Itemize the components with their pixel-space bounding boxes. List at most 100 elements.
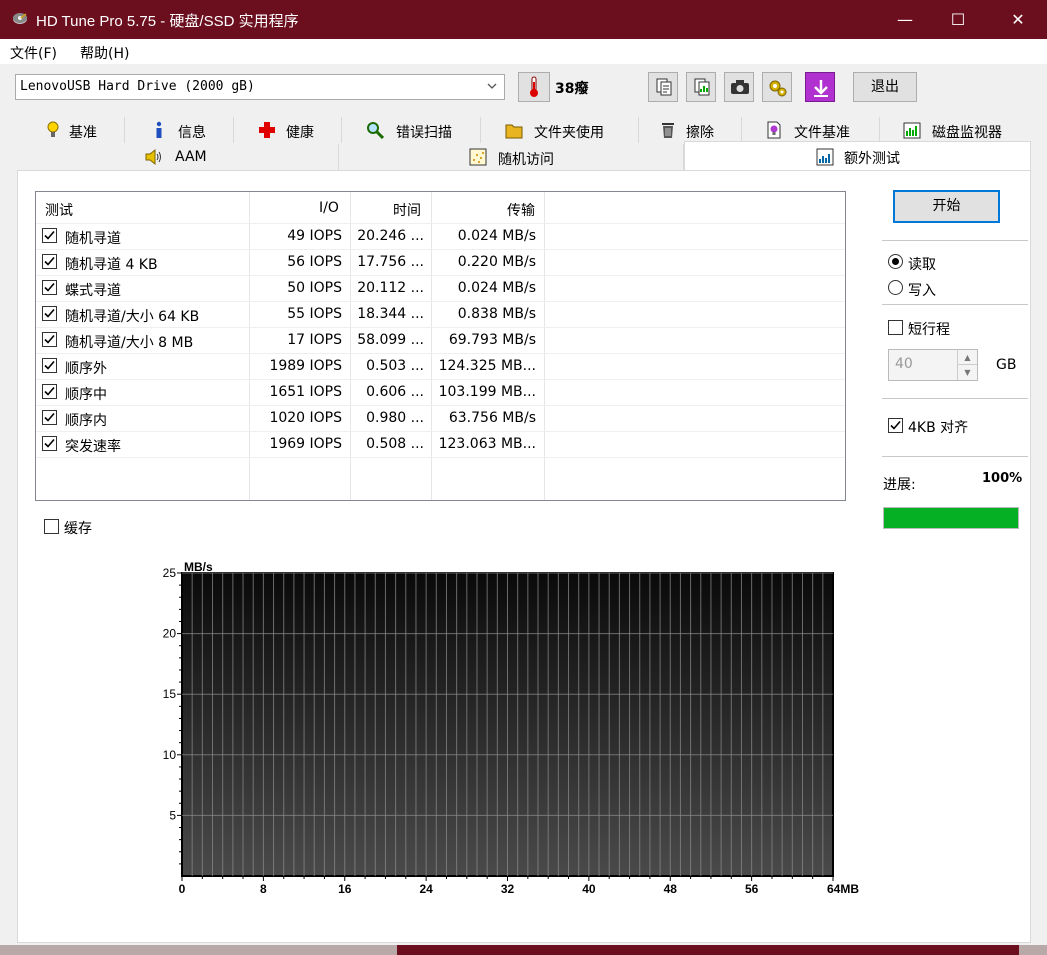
io-value: 49 IOPS: [287, 228, 342, 244]
checkmark-icon: [44, 360, 55, 370]
random-dots-icon: [469, 148, 487, 166]
tab-info[interactable]: 信息: [125, 117, 234, 143]
write-radio[interactable]: [888, 280, 903, 295]
short-stroke-label: 短行程: [908, 322, 950, 338]
drive-select-value: LenovoUSB Hard Drive (2000 gB): [20, 79, 255, 94]
time-value: 20.112 ...: [357, 280, 424, 296]
copy-icon: [656, 78, 672, 96]
progress-label: 进展:: [883, 477, 916, 493]
tab-random-access[interactable]: 随机访问: [339, 144, 684, 170]
divider: [882, 456, 1028, 457]
tab-health[interactable]: 健康: [234, 117, 342, 143]
row-checkbox[interactable]: [42, 306, 57, 321]
minimize-button[interactable]: —: [880, 0, 930, 39]
x-tick-label: 56: [745, 882, 759, 896]
menu-bar: 文件(F) 帮助(H): [0, 39, 1047, 64]
column-header-io[interactable]: I/O: [319, 200, 339, 216]
time-value: 20.246 ...: [357, 228, 424, 244]
drive-select[interactable]: LenovoUSB Hard Drive (2000 gB): [15, 74, 505, 100]
speaker-icon: [145, 148, 161, 166]
align-4kb-checkbox[interactable]: [888, 418, 903, 433]
tab-label: 磁盘监视器: [932, 125, 1002, 141]
tab-erase[interactable]: 擦除: [639, 117, 742, 143]
table-row[interactable]: 蝶式寻道 50 IOPS 20.112 ... 0.024 MB/s: [36, 275, 845, 301]
row-checkbox[interactable]: [42, 410, 57, 425]
time-value: 58.099 ...: [357, 332, 424, 348]
copy-results-button[interactable]: [686, 72, 716, 102]
cache-label: 缓存: [64, 521, 92, 537]
start-button[interactable]: 开始: [893, 190, 1000, 223]
size-stepper[interactable]: 40 ▲ ▼: [888, 349, 978, 381]
table-row[interactable]: 顺序外 1989 IOPS 0.503 ... 124.325 MB...: [36, 353, 845, 379]
monitor-chart-icon: [903, 122, 921, 139]
maximize-button[interactable]: ☐: [933, 0, 983, 39]
short-stroke-checkbox[interactable]: [888, 320, 903, 335]
trash-icon: [662, 123, 674, 138]
table-row[interactable]: 随机寻道 49 IOPS 20.246 ... 0.024 MB/s: [36, 223, 845, 249]
table-row[interactable]: 随机寻道/大小 8 MB 17 IOPS 58.099 ... 69.793 MB/s: [36, 327, 845, 353]
test-name: 突发速率: [65, 439, 121, 455]
tab-benchmark[interactable]: 基准: [17, 117, 125, 143]
tab-file-benchmark[interactable]: 文件基准: [742, 117, 880, 143]
size-unit: GB: [996, 357, 1017, 373]
tab-extra-tests[interactable]: 额外测试: [684, 141, 1031, 171]
row-checkbox[interactable]: [42, 332, 57, 347]
time-value: 0.503 ...: [366, 358, 424, 374]
results-table: 测试 I/O 时间 传输 随机寻道 49 IOPS 20.246 ... 0.024 …: [35, 191, 846, 501]
row-checkbox[interactable]: [42, 384, 57, 399]
row-checkbox[interactable]: [42, 254, 57, 269]
tab-label: AAM: [175, 149, 207, 165]
copy-chart-icon: [694, 78, 710, 96]
row-checkbox[interactable]: [42, 358, 57, 373]
save-button[interactable]: [805, 72, 835, 102]
tab-error-scan[interactable]: 错误扫描: [342, 117, 481, 143]
chevron-down-icon: [487, 83, 497, 89]
table-row[interactable]: 随机寻道 4 KB 56 IOPS 17.756 ... 0.220 MB/s: [36, 249, 845, 275]
app-window: HD Tune Pro 5.75 - 硬盘/SSD 实用程序 — ☐ ✕ 文件(…: [0, 0, 1047, 955]
column-header-test[interactable]: 测试: [45, 200, 73, 220]
options-button[interactable]: [762, 72, 792, 102]
x-tick-label: 64MB: [827, 882, 859, 896]
copy-info-button[interactable]: [648, 72, 678, 102]
read-radio[interactable]: [888, 254, 903, 269]
table-row[interactable]: 顺序中 1651 IOPS 0.606 ... 103.199 MB...: [36, 379, 845, 405]
checkmark-icon: [44, 230, 55, 240]
x-tick-label: 24: [419, 882, 433, 896]
transfer-value: 69.793 MB/s: [448, 332, 536, 348]
menu-help[interactable]: 帮助(H): [80, 43, 129, 63]
row-checkbox[interactable]: [42, 280, 57, 295]
align-4kb-label: 4KB 对齐: [908, 420, 969, 436]
tab-folder-usage[interactable]: 文件夹使用: [481, 117, 639, 143]
x-tick-label: 32: [501, 882, 515, 896]
test-name: 顺序外: [65, 361, 107, 377]
test-name: 顺序中: [65, 387, 107, 403]
table-row[interactable]: 突发速率 1969 IOPS 0.508 ... 123.063 MB...: [36, 431, 845, 457]
tab-label: 健康: [286, 125, 314, 141]
stepper-down-icon[interactable]: ▼: [957, 365, 977, 380]
tab-aam[interactable]: AAM: [17, 144, 339, 170]
table-row[interactable]: 顺序内 1020 IOPS 0.980 ... 63.756 MB/s: [36, 405, 845, 431]
read-label: 读取: [908, 257, 936, 273]
row-divider: [36, 457, 845, 458]
row-checkbox[interactable]: [42, 436, 57, 451]
window-title: HD Tune Pro 5.75 - 硬盘/SSD 实用程序: [36, 13, 299, 30]
exit-button[interactable]: 退出: [853, 72, 917, 102]
checkmark-icon: [44, 256, 55, 266]
checkmark-icon: [44, 438, 55, 448]
test-name: 顺序内: [65, 413, 107, 429]
transfer-value: 0.220 MB/s: [457, 254, 536, 270]
tab-disk-monitor[interactable]: 磁盘监视器: [880, 117, 1031, 143]
stepper-up-icon[interactable]: ▲: [957, 350, 977, 365]
row-checkbox[interactable]: [42, 228, 57, 243]
checkmark-icon: [890, 420, 901, 430]
temperature-button[interactable]: [518, 72, 550, 102]
column-header-transfer[interactable]: 传输: [507, 200, 535, 220]
screenshot-button[interactable]: [724, 72, 754, 102]
menu-file[interactable]: 文件(F): [10, 43, 57, 63]
tab-label: 随机访问: [498, 152, 554, 168]
table-row[interactable]: 随机寻道/大小 64 KB 55 IOPS 18.344 ... 0.838 MB/s: [36, 301, 845, 327]
cache-checkbox[interactable]: [44, 519, 59, 534]
title-bar[interactable]: HD Tune Pro 5.75 - 硬盘/SSD 实用程序 — ☐ ✕: [0, 0, 1047, 39]
column-header-time[interactable]: 时间: [393, 200, 421, 220]
close-button[interactable]: ✕: [993, 0, 1043, 39]
